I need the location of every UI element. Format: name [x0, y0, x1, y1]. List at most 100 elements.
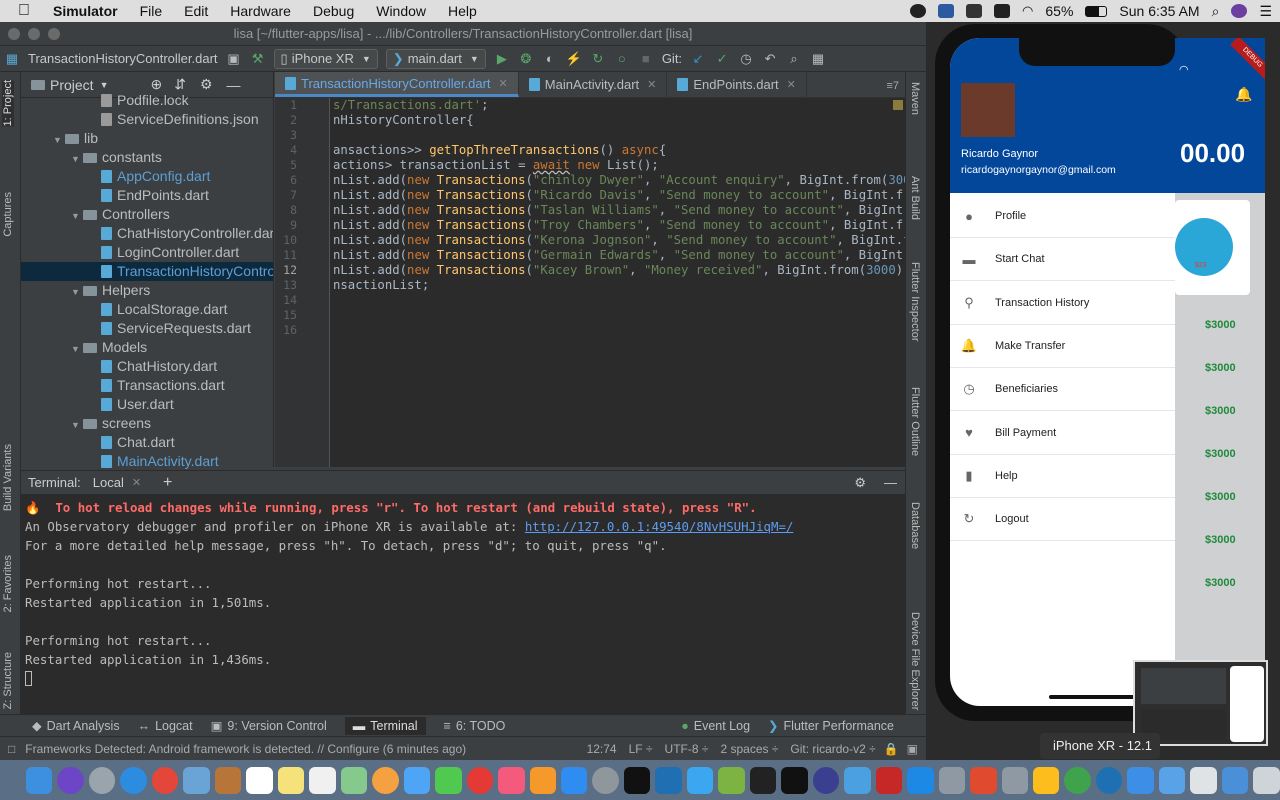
- tool-tab-flutter-inspector[interactable]: Flutter Inspector: [909, 262, 921, 341]
- git-commit-icon[interactable]: ✓: [714, 51, 730, 67]
- project-tree-item[interactable]: EndPoints.dart: [21, 186, 273, 205]
- filezilla-icon[interactable]: [875, 766, 903, 794]
- cloud-icon[interactable]: [966, 4, 983, 18]
- project-tree-item[interactable]: MainActivity.dart: [21, 452, 273, 471]
- drawer-item-help[interactable]: ▮ Help: [950, 455, 1175, 498]
- tool-tab-flutter-performance[interactable]: ❯ Flutter Performance: [768, 718, 894, 734]
- menu-window[interactable]: Window: [365, 0, 437, 22]
- editor-tab[interactable]: EndPoints.dart ✕: [667, 72, 807, 97]
- debug-icon[interactable]: ❂: [518, 51, 534, 67]
- close-icon[interactable]: ✕: [499, 77, 508, 90]
- drawer-item-start-chat[interactable]: ▬ Start Chat: [950, 238, 1175, 282]
- drawer-item-beneficiaries[interactable]: ◷ Beneficiaries: [950, 368, 1175, 412]
- tool-tab-captures[interactable]: Captures: [2, 192, 14, 237]
- drawer-item-make-transfer[interactable]: 🔔 Make Transfer: [950, 325, 1175, 368]
- hot-restart-icon[interactable]: ↻: [590, 51, 606, 67]
- project-tree-item[interactable]: Chat.dart: [21, 433, 273, 452]
- close-icon[interactable]: ✕: [132, 476, 141, 489]
- system-preferences-icon[interactable]: [592, 766, 619, 794]
- terminal-tab-local[interactable]: Local: [93, 475, 124, 490]
- chevron-down-icon[interactable]: ▼: [71, 416, 83, 433]
- code-line[interactable]: ansactions>> getTopThreeTransactions() a…: [333, 143, 905, 158]
- maps-icon[interactable]: [340, 766, 368, 794]
- mysql-workbench-icon[interactable]: [844, 766, 871, 794]
- hide-panel-icon[interactable]: —: [884, 475, 897, 490]
- menu-debug[interactable]: Debug: [302, 0, 365, 22]
- project-tree-item[interactable]: ▼ lib: [21, 129, 273, 148]
- sketch-icon[interactable]: [1033, 766, 1060, 794]
- calendar-icon[interactable]: [246, 766, 273, 794]
- project-tree-item[interactable]: Podfile.lock: [21, 91, 273, 110]
- airplay-icon[interactable]: [994, 4, 1011, 18]
- chevron-down-icon[interactable]: ▼: [71, 150, 83, 167]
- project-tree-item[interactable]: ServiceRequests.dart: [21, 319, 273, 338]
- tool-tab-maven[interactable]: Maven: [909, 82, 921, 115]
- project-tree-item[interactable]: ▼ Models: [21, 338, 273, 357]
- drawer-item-logout[interactable]: ↻ Logout: [950, 498, 1175, 542]
- notification-center-icon[interactable]: ☰: [1259, 3, 1272, 20]
- git-history-icon[interactable]: ◷: [738, 51, 754, 67]
- attach-debugger-icon[interactable]: ○: [614, 51, 630, 67]
- current-file-breadcrumb[interactable]: TransactionHistoryController.dart: [28, 49, 218, 69]
- window-minimize-button[interactable]: [28, 28, 40, 40]
- chevron-down-icon[interactable]: ▼: [71, 207, 83, 224]
- teamviewer-icon[interactable]: [938, 4, 955, 18]
- line-separator[interactable]: LF ÷: [629, 742, 653, 756]
- project-tree-item[interactable]: ServiceDefinitions.json: [21, 110, 273, 129]
- downloads-folder-icon[interactable]: [1158, 766, 1186, 794]
- project-tree-item[interactable]: LoginController.dart: [21, 243, 273, 262]
- eclipse-icon[interactable]: [812, 766, 840, 794]
- windows-icon[interactable]: [970, 766, 997, 794]
- code-line[interactable]: [333, 128, 905, 143]
- close-icon[interactable]: ✕: [787, 78, 796, 91]
- project-tree-item[interactable]: ▼ constants: [21, 148, 273, 167]
- siri-icon[interactable]: [1231, 4, 1248, 18]
- tool-tab-logcat[interactable]: ↔ Logcat: [138, 719, 193, 733]
- run-config-selector[interactable]: ❯ main.dart ▼: [385, 48, 486, 69]
- menu-app-name[interactable]: Simulator: [42, 0, 129, 22]
- window-close-button[interactable]: [8, 28, 20, 40]
- toggle-panels-icon[interactable]: □: [8, 742, 15, 756]
- code-area[interactable]: s/Transactions.dart'; nHistoryController{…: [333, 98, 905, 467]
- apple-menu-icon[interactable]: : [0, 0, 42, 22]
- lock-icon[interactable]: 🔒: [884, 742, 899, 756]
- sdk-manager-icon[interactable]: ▦: [810, 51, 826, 67]
- indent-setting[interactable]: 2 spaces ÷: [720, 742, 778, 756]
- messages-icon[interactable]: [403, 766, 431, 794]
- editor-tab[interactable]: TransactionHistoryController.dart ✕: [275, 72, 519, 97]
- folder-icon[interactable]: [1127, 766, 1154, 794]
- drawer-item-bill-payment[interactable]: ♥ Bill Payment: [950, 412, 1175, 455]
- menu-file[interactable]: File: [129, 0, 174, 22]
- help-icon[interactable]: [1001, 766, 1028, 794]
- terminal-icon[interactable]: [623, 766, 651, 794]
- tool-tab-structure[interactable]: Z: Structure: [2, 652, 14, 709]
- tab-overflow-indicator[interactable]: ≡7: [886, 80, 905, 97]
- drawer-item-profile[interactable]: ● Profile: [950, 195, 1175, 238]
- file-encoding[interactable]: UTF-8 ÷: [665, 742, 709, 756]
- project-tree-item[interactable]: AppConfig.dart: [21, 167, 273, 186]
- code-line[interactable]: nList.add(new Transactions("Germain Edwa…: [333, 248, 905, 263]
- screen-icon[interactable]: [1190, 766, 1217, 794]
- project-tree-item[interactable]: ▼ Helpers: [21, 281, 273, 300]
- menu-hardware[interactable]: Hardware: [219, 0, 302, 22]
- preview-icon[interactable]: [183, 766, 210, 794]
- avatar[interactable]: [961, 83, 1015, 137]
- phpstorm-icon[interactable]: [749, 766, 777, 794]
- code-line[interactable]: [333, 323, 905, 338]
- siri-icon[interactable]: [57, 766, 84, 794]
- git-update-icon[interactable]: ↙: [690, 51, 706, 67]
- close-icon[interactable]: ✕: [647, 78, 656, 91]
- terminal-output[interactable]: 🔥 To hot reload changes while running, p…: [21, 494, 905, 714]
- chrome-icon[interactable]: [151, 766, 179, 794]
- code-line[interactable]: [333, 293, 905, 308]
- gear-icon[interactable]: ⚙: [854, 475, 866, 491]
- project-tree-item[interactable]: Transactions.dart: [21, 376, 273, 395]
- add-terminal-icon[interactable]: +: [163, 474, 172, 492]
- xcode-icon[interactable]: [686, 766, 714, 794]
- chevron-down-icon[interactable]: ▼: [71, 340, 83, 357]
- creative-cloud-icon[interactable]: [910, 4, 927, 18]
- warning-marker[interactable]: [893, 100, 903, 110]
- wifi-icon[interactable]: ◠: [1022, 3, 1033, 19]
- stop-icon[interactable]: ■: [638, 51, 654, 67]
- chevron-down-icon[interactable]: ▼: [100, 80, 109, 90]
